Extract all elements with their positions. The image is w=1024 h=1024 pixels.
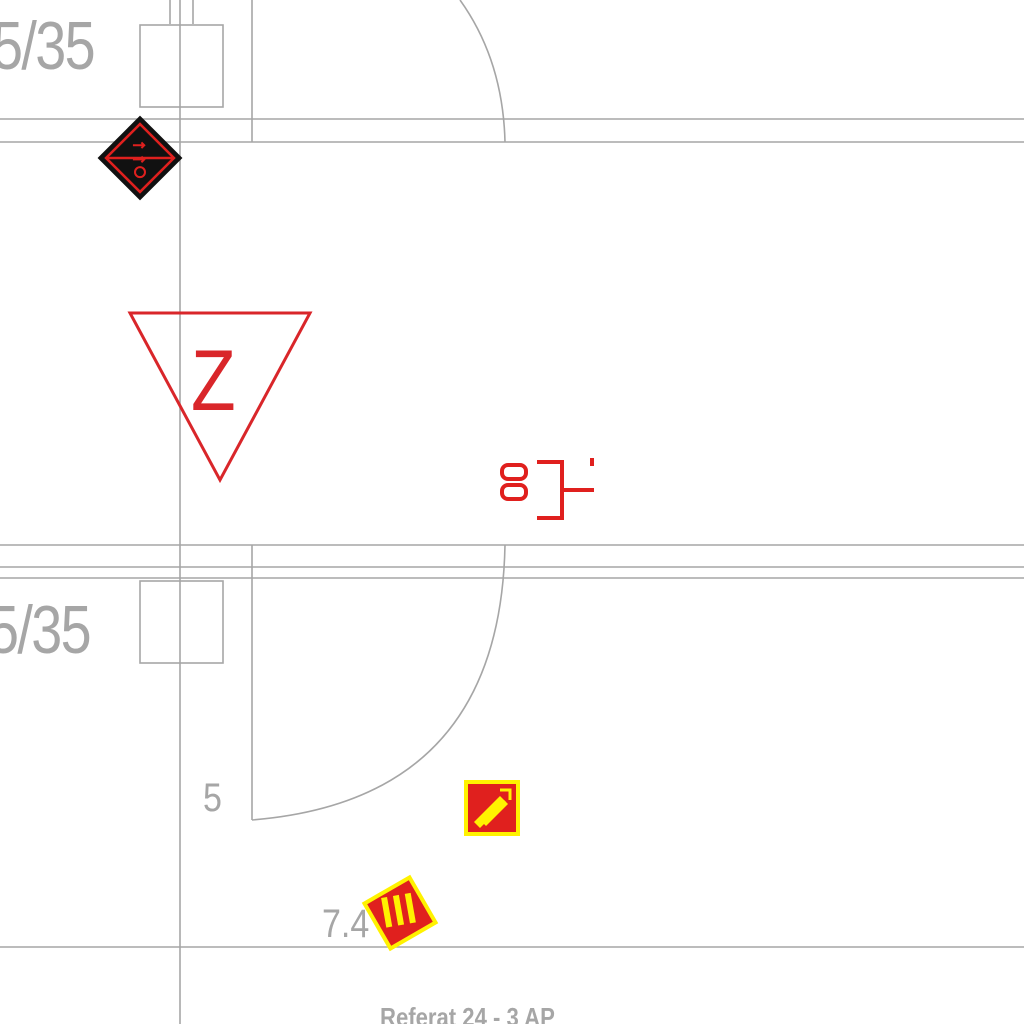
dimension-label-bottom: 7.4 [322,902,370,946]
wall-hydrant-icon [500,458,594,520]
room-label: Referat 24 - 3 AP [380,1002,555,1024]
dimension-label-mid: 5/35 [0,592,92,668]
yield-letter: Z [191,333,236,429]
floor-plan-canvas: 5/35 5/35 5 7.4 Z Referat 24 - 3 AP [0,0,1024,1024]
dimension-label-top: 5/35 [0,8,96,84]
fire-alarm-diamond-icon [97,115,183,201]
dimension-label-small: 5 [203,776,222,820]
fire-extinguisher-icon [464,780,520,836]
fire-extinguisher-icon [361,874,439,952]
floor-plan-drawing [0,0,1024,1024]
